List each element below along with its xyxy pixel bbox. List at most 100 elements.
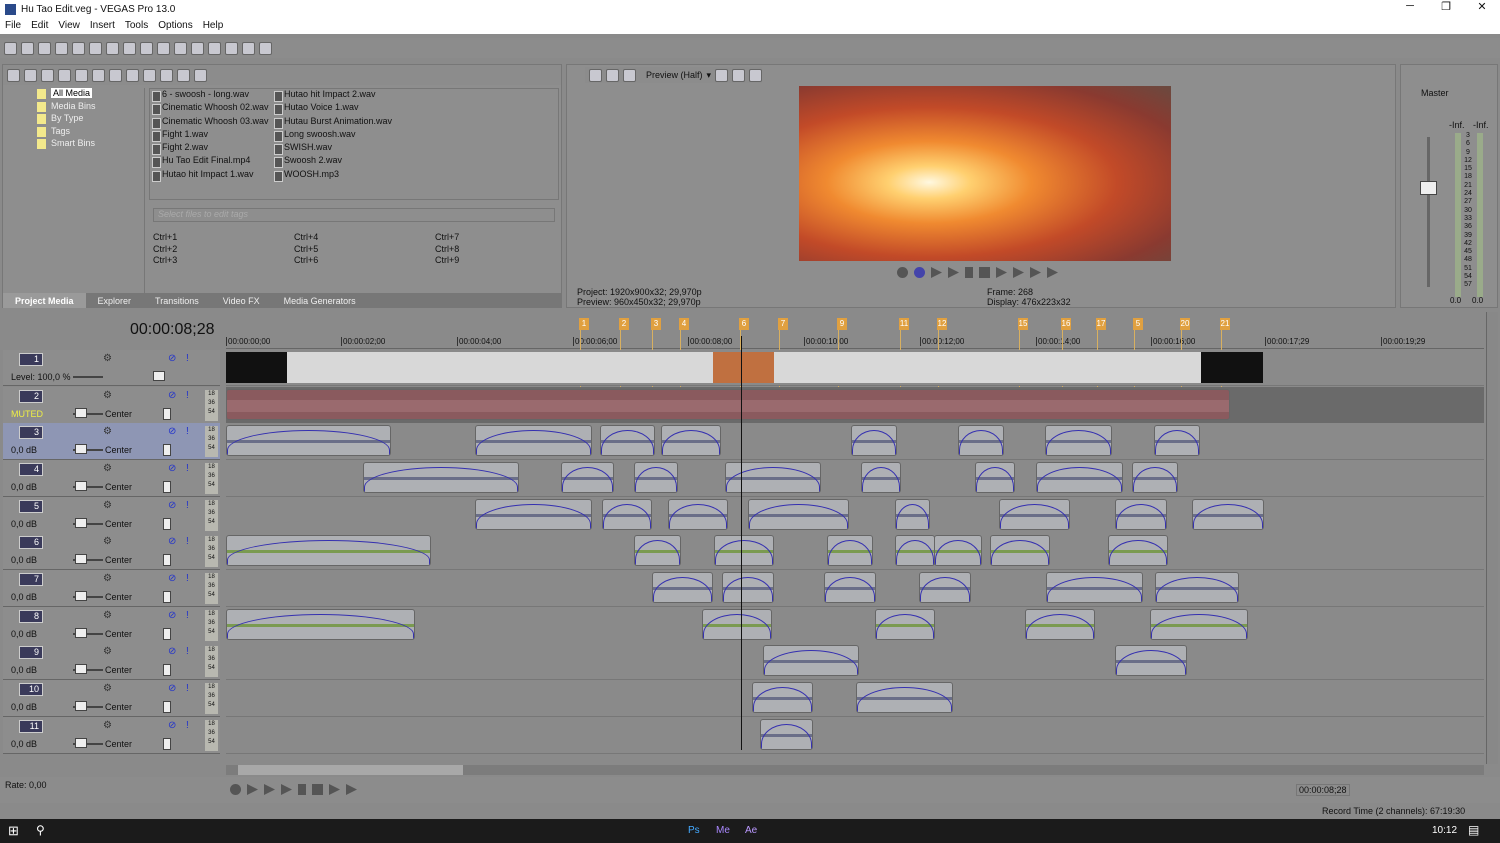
media-toolbar-button[interactable] [58,68,71,82]
media-toolbar-button[interactable] [7,68,20,82]
audio-event[interactable] [1192,499,1264,530]
track-header-1[interactable]: 1 Level: 100,0 % ⚙ ⊘! [3,350,220,386]
fx-icon[interactable]: ⚙ [103,683,112,694]
tags-input[interactable]: Select files to edit tags [153,208,555,222]
audio-event[interactable] [875,609,935,640]
timeline-marker[interactable]: 16 [1061,318,1071,330]
loop-icon[interactable] [247,784,258,795]
timeline-marker[interactable]: 21 [1220,318,1230,330]
pan-slider-handle[interactable] [163,701,171,713]
play-from-start-icon[interactable] [264,784,275,795]
toolbar-button[interactable] [123,41,136,55]
solo-icon[interactable]: ! [186,353,189,364]
audio-event[interactable] [856,682,953,713]
timeline-marker[interactable]: 9 [837,318,847,330]
menu-help[interactable]: Help [198,18,229,34]
fx-icon[interactable]: ⚙ [103,536,112,547]
pan-slider-handle[interactable] [163,664,171,676]
tab-project-media[interactable]: Project Media [3,293,86,308]
timeline-marker[interactable]: 17 [1096,318,1106,330]
pan-slider-handle[interactable] [163,444,171,456]
copy-snapshot-button[interactable] [732,68,746,82]
mute-icon[interactable]: ⊘ [168,500,176,511]
audio-event[interactable] [1115,499,1167,530]
pan-slider-handle[interactable] [163,628,171,640]
preview-quality-dropdown[interactable]: Preview (Half) [646,70,703,80]
mute-icon[interactable]: ⊘ [168,390,176,401]
toolbar-button[interactable] [208,41,221,55]
volume-slider-handle[interactable] [75,554,87,564]
track-header-6[interactable]: 6 0,0 dB ⚙ ⊘! Center 18 36 54 [3,533,220,570]
record-icon[interactable] [230,784,241,795]
toolbar-button[interactable] [242,41,255,55]
fx-icon[interactable]: ⚙ [103,573,112,584]
fx-icon[interactable]: ⚙ [103,646,112,657]
pan-slider-handle[interactable] [163,408,171,420]
media-toolbar-button[interactable] [109,68,122,82]
close-button[interactable]: ✕ [1464,0,1500,13]
toolbar-button[interactable] [259,41,272,55]
audio-event[interactable] [990,535,1050,566]
track-header-3[interactable]: 3 0,0 dB ⚙ ⊘! Center 18 36 54 [3,423,220,460]
track-header-8[interactable]: 8 0,0 dB ⚙ ⊘! Center 18 36 54 [3,607,220,644]
audio-event[interactable] [1046,572,1143,603]
fx-icon[interactable]: ⚙ [103,353,112,364]
audio-event[interactable] [748,499,849,530]
media-file-item[interactable]: Cinematic Whoosh 03.wav [150,116,272,129]
audio-event[interactable] [634,535,681,566]
audio-event[interactable] [475,499,592,530]
toolbar-button[interactable] [191,41,204,55]
loop-icon[interactable] [914,267,925,278]
solo-icon[interactable]: ! [186,720,189,731]
audio-event[interactable] [1108,535,1168,566]
media-toolbar-button[interactable] [75,68,88,82]
audio-event[interactable] [934,535,982,566]
media-file-item[interactable]: Hu Tao Edit Final.mp4 [150,155,272,169]
timeline-marker[interactable]: 7 [778,318,788,330]
mute-icon[interactable]: ⊘ [168,353,176,364]
solo-icon[interactable]: ! [186,426,189,437]
solo-icon[interactable]: ! [186,683,189,694]
audio-event[interactable] [861,462,901,493]
menu-view[interactable]: View [53,18,85,34]
tab-explorer[interactable]: Explorer [86,293,144,308]
audio-event[interactable] [1132,462,1178,493]
stop-icon[interactable] [312,784,323,795]
save-snapshot-button[interactable] [749,68,763,82]
media-toolbar-button[interactable] [41,68,54,82]
toolbar-button[interactable] [38,41,51,55]
mute-icon[interactable]: ⊘ [168,426,176,437]
media-file-item[interactable]: Fight 1.wav [150,129,272,143]
mute-icon[interactable]: ⊘ [168,720,176,731]
audio-event[interactable] [561,462,614,493]
toolbar-button[interactable] [157,41,170,55]
audio-event[interactable] [1154,425,1200,456]
media-toolbar-button[interactable] [24,68,37,82]
audio-event[interactable] [600,425,655,456]
toolbar-button[interactable] [225,41,238,55]
media-toolbar-button[interactable] [126,68,139,82]
media-file-item[interactable]: SWISH.wav [272,142,422,156]
search-icon[interactable]: ⚲ [36,823,45,837]
fx-icon[interactable]: ⚙ [103,426,112,437]
track-header-2[interactable]: 2 MUTED ⚙ ⊘! Center 18 36 54 [3,387,220,424]
fx-icon[interactable]: ⚙ [103,610,112,621]
pause-icon[interactable] [965,267,973,278]
media-file-item[interactable]: Hutao hit Impact 2.wav [272,89,422,103]
volume-slider-handle[interactable] [75,591,87,601]
menu-edit[interactable]: Edit [26,18,53,34]
audio-event[interactable] [827,535,873,566]
fx-icon[interactable]: ⚙ [103,720,112,731]
go-to-start-icon[interactable] [996,267,1007,278]
track-header-11[interactable]: 11 0,0 dB ⚙ ⊘! Center 18 36 54 [3,717,220,754]
horizontal-scrollbar[interactable] [226,765,1484,775]
media-toolbar-button[interactable] [194,68,207,82]
play-icon[interactable] [948,267,959,278]
audio-event[interactable] [824,572,876,603]
fx-icon[interactable]: ⚙ [103,463,112,474]
volume-slider-handle[interactable] [75,444,87,454]
timeline-marker[interactable]: 1 [579,318,589,330]
mute-icon[interactable]: ⊘ [168,536,176,547]
preview-settings-button[interactable] [589,68,602,82]
menu-options[interactable]: Options [153,18,197,34]
